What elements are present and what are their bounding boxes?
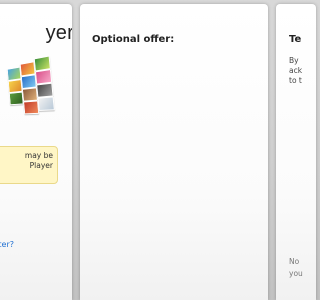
terms-panel: Te By ack to t No you xyxy=(276,4,316,300)
player-title: yer xyxy=(45,22,72,44)
terms-text-line-2: ack xyxy=(289,66,303,75)
terms-text-line-3: to t xyxy=(289,76,302,85)
terms-text-line-1: By xyxy=(289,56,299,65)
notice-line-1: may be xyxy=(24,151,53,160)
installer-intro-panel: yer may be Player ter? xyxy=(0,4,72,300)
optional-offer-heading: Optional offer: xyxy=(92,34,175,45)
terms-footnote-line-2: you xyxy=(289,269,303,278)
terms-footnote-line-1: No xyxy=(289,257,300,266)
notice-line-2: Player xyxy=(29,161,53,170)
help-link[interactable]: ter? xyxy=(0,240,14,249)
info-notice-box: may be Player xyxy=(0,146,58,184)
terms-heading: Te xyxy=(289,34,302,45)
optional-offer-panel: Optional offer: xyxy=(80,4,268,300)
video-thumbnails-collage xyxy=(6,54,62,117)
terms-text: By ack to t xyxy=(289,56,316,86)
terms-footnote: No you xyxy=(289,256,316,280)
